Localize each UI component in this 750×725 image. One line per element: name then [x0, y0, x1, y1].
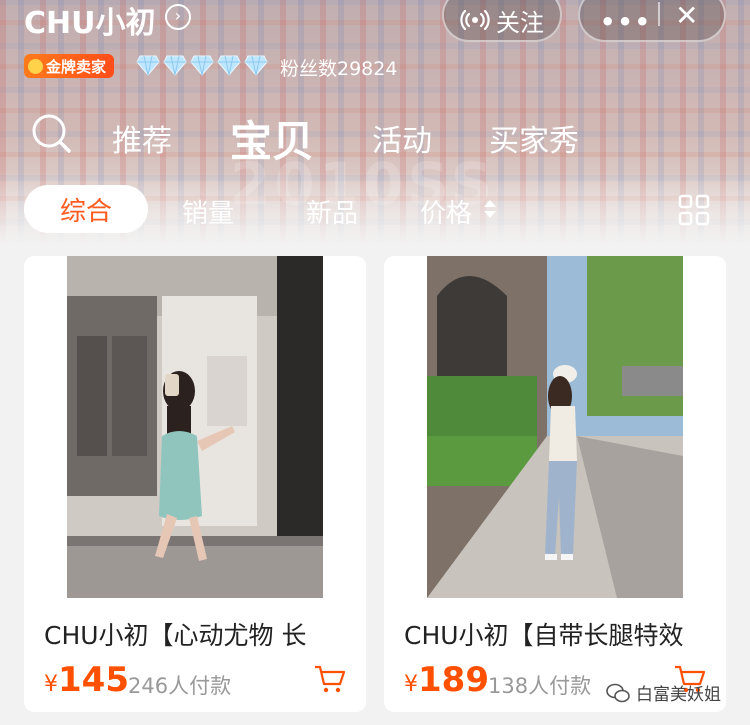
diamond-icon — [244, 55, 268, 76]
product-price: ¥145 — [44, 660, 129, 700]
tab-activities[interactable]: 活动 — [372, 116, 432, 160]
grid-view-icon[interactable] — [678, 194, 710, 226]
filter-price[interactable]: 价格 — [420, 193, 472, 230]
filter-sales[interactable]: 销量 — [182, 193, 234, 230]
paid-count: 246人付款 — [128, 674, 232, 698]
diamond-icon — [163, 55, 187, 76]
product-card[interactable]: CHU小初【心动尤物 长 ¥145 246人付款 — [24, 256, 366, 712]
search-icon[interactable] — [30, 112, 72, 154]
tab-products[interactable]: 宝贝 — [230, 108, 314, 169]
sort-arrows-icon[interactable] — [483, 198, 497, 220]
product-title[interactable]: CHU小初【自带长腿特效 — [404, 616, 714, 652]
follow-button[interactable]: 关注 — [442, 0, 562, 42]
capsule-divider — [658, 2, 660, 26]
diamond-icon — [217, 55, 241, 76]
diamond-icon — [190, 55, 214, 76]
product-price: ¥189 — [404, 660, 489, 700]
filter-new[interactable]: 新品 — [306, 193, 358, 230]
currency-symbol: ¥ — [44, 672, 58, 697]
paid-count: 138人付款 — [488, 674, 592, 698]
diamond-rating — [136, 54, 268, 76]
filter-overall[interactable]: 综合 — [24, 185, 148, 233]
shop-name[interactable]: CHU小初 — [24, 0, 155, 42]
price-value: 189 — [418, 660, 489, 700]
more-icon[interactable]: ••• — [600, 8, 652, 36]
shop-info-arrow-icon[interactable]: › — [165, 4, 191, 30]
diamond-icon — [136, 55, 160, 76]
currency-symbol: ¥ — [404, 672, 418, 697]
gold-medal-icon — [28, 58, 43, 74]
product-photo[interactable] — [67, 256, 323, 598]
product-card[interactable]: CHU小初【自带长腿特效 ¥189 138人付款 — [384, 256, 726, 712]
account-name: 白富美妖姐 — [636, 685, 721, 705]
tab-buyer-show[interactable]: 买家秀 — [489, 116, 579, 160]
price-value: 145 — [58, 660, 129, 700]
more-close-capsule: ••• ✕ — [578, 0, 726, 42]
wechat-icon — [606, 683, 630, 702]
product-title[interactable]: CHU小初【心动尤物 长 — [44, 616, 354, 652]
follow-label: 关注 — [496, 8, 544, 37]
close-icon[interactable]: ✕ — [675, 2, 698, 30]
account-watermark: 白富美妖姐 — [606, 680, 721, 705]
broadcast-icon — [460, 9, 490, 31]
product-photo[interactable] — [427, 256, 683, 598]
seller-level-badge: 金牌卖家 — [24, 54, 115, 78]
fan-count: 粉丝数29824 — [280, 58, 398, 80]
tab-recommend[interactable]: 推荐 — [112, 116, 172, 160]
cart-icon[interactable] — [314, 664, 346, 694]
seller-level-label: 金牌卖家 — [46, 57, 107, 76]
